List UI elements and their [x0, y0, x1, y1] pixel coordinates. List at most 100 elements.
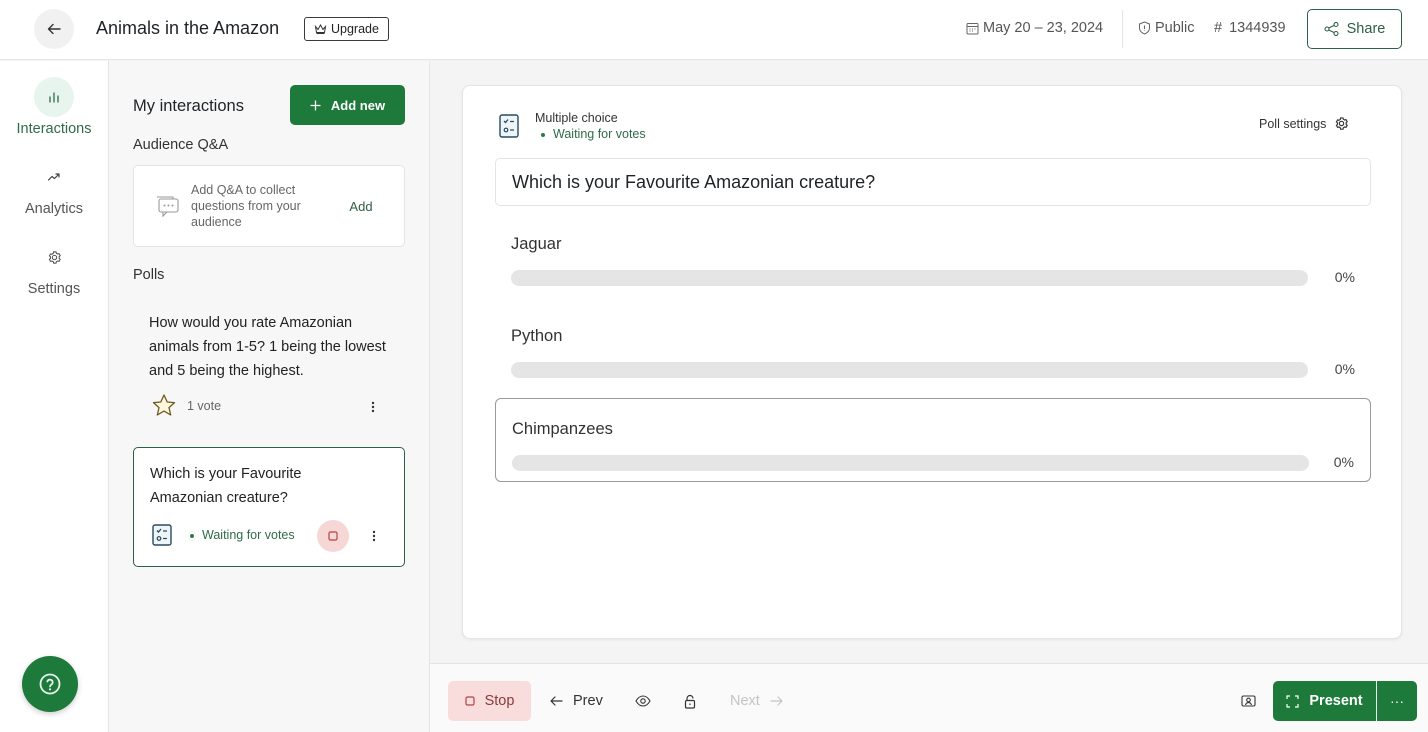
option-label: Jaguar: [511, 235, 562, 253]
help-button[interactable]: [22, 656, 78, 712]
interactions-panel: My interactions Add new Audience Q&A Add…: [109, 61, 430, 732]
present-button[interactable]: Present: [1273, 681, 1377, 721]
present-more-button[interactable]: ···: [1377, 681, 1417, 721]
poll-option-hovered[interactable]: Chimpanzees 0%: [495, 398, 1371, 482]
left-nav: Interactions Analytics Settings: [0, 61, 109, 732]
nav-label: Settings: [27, 281, 81, 297]
poll-meta: 1 vote: [151, 393, 221, 418]
qa-section-label: Audience Q&A: [133, 137, 229, 153]
poll-more-button[interactable]: [364, 526, 384, 546]
presenter-icon: [1241, 695, 1256, 707]
bar-chart-icon: [49, 92, 59, 103]
lock-toggle-button[interactable]: [670, 681, 710, 721]
option-label: Chimpanzees: [512, 420, 613, 438]
poll-card: Multiple choice Waiting for votes Poll s…: [462, 85, 1402, 639]
option-label: Python: [511, 327, 563, 345]
header-divider: [1122, 10, 1123, 48]
eye-icon: [635, 695, 651, 707]
polls-section-label: Polls: [133, 267, 165, 283]
present-label: Present: [1309, 693, 1363, 709]
poll-list-item[interactable]: How would you rate Amazonian animals fro…: [133, 301, 405, 425]
option-progress-track: [512, 455, 1309, 471]
qa-card: Add Q&A to collect questions from your a…: [133, 165, 405, 247]
stop-square-icon: [464, 696, 475, 706]
hash-icon: #: [1214, 20, 1223, 36]
qa-add-button[interactable]: Add: [334, 196, 388, 218]
next-button[interactable]: Next: [726, 681, 787, 721]
add-new-button[interactable]: Add new: [290, 85, 405, 125]
chat-bubbles-icon: [157, 196, 179, 218]
arrow-left-icon: [47, 23, 61, 35]
multiple-choice-icon: [499, 114, 519, 138]
main-area: Multiple choice Waiting for votes Poll s…: [430, 61, 1428, 663]
panel-title: My interactions: [133, 97, 244, 115]
poll-more-button[interactable]: [363, 397, 383, 417]
event-code-text: 1344939: [1229, 20, 1286, 36]
poll-settings-button[interactable]: Poll settings: [1259, 116, 1349, 131]
poll-question: How would you rate Amazonian animals fro…: [149, 315, 386, 379]
poll-question-field[interactable]: Which is your Favourite Amazonian creatu…: [495, 158, 1371, 206]
arrow-left-icon: [550, 696, 563, 706]
trending-up-icon: [47, 173, 60, 181]
calendar-icon: [966, 22, 979, 34]
next-label: Next: [730, 693, 760, 709]
event-date[interactable]: May 20 – 23, 2024: [966, 20, 1103, 36]
top-header: Animals in the Amazon Upgrade May 20 – 2…: [0, 0, 1428, 60]
present-button-group: Present ···: [1273, 681, 1417, 721]
nav-icon-wrap: [34, 77, 74, 117]
preview-button[interactable]: [623, 681, 663, 721]
arrow-right-icon: [770, 696, 783, 706]
nav-item-settings[interactable]: Settings: [0, 237, 108, 297]
event-code[interactable]: # 1344939: [1214, 20, 1286, 36]
nav-label: Analytics: [24, 201, 84, 217]
poll-option[interactable]: Python 0%: [495, 306, 1371, 390]
unlock-icon: [684, 694, 696, 709]
visibility-indicator[interactable]: Public: [1138, 20, 1195, 36]
option-progress-track: [511, 270, 1308, 286]
prev-button[interactable]: Prev: [546, 681, 607, 721]
nav-icon-wrap: [34, 157, 74, 197]
nav-label: Interactions: [16, 121, 92, 137]
nav-item-interactions[interactable]: Interactions: [0, 77, 108, 137]
poll-status: Waiting for votes: [553, 127, 646, 141]
option-percent: 0%: [1334, 269, 1355, 285]
question-circle-icon: [39, 673, 61, 695]
event-title: Animals in the Amazon: [96, 18, 280, 38]
poll-option[interactable]: Jaguar 0%: [495, 214, 1371, 298]
kebab-icon: [371, 401, 375, 413]
option-percent: 0%: [1333, 454, 1354, 470]
share-button[interactable]: Share: [1307, 9, 1402, 49]
poll-type: Multiple choice: [535, 111, 618, 125]
option-progress-track: [511, 362, 1308, 378]
status-dot: [541, 132, 545, 137]
poll-question: Which is your Favourite Amazonian creatu…: [150, 466, 302, 506]
poll-question-text: Which is your Favourite Amazonian creatu…: [512, 171, 876, 192]
stop-square-icon: [328, 531, 338, 541]
presentation-controls: Stop Prev Next Present ···: [430, 663, 1428, 732]
poll-settings-label: Poll settings: [1259, 116, 1327, 131]
plus-icon: [310, 100, 321, 110]
option-percent: 0%: [1334, 361, 1355, 377]
presenter-view-button[interactable]: [1229, 681, 1269, 721]
add-new-label: Add new: [330, 97, 386, 113]
shield-icon: [1139, 21, 1150, 35]
nav-item-analytics[interactable]: Analytics: [0, 157, 108, 217]
stop-button[interactable]: Stop: [448, 681, 531, 721]
status-dot: [190, 533, 194, 538]
visibility-text: Public: [1155, 20, 1195, 36]
crown-icon: [314, 23, 327, 34]
multiple-choice-icon: [152, 524, 172, 546]
stop-poll-button[interactable]: [317, 520, 349, 552]
upgrade-label: Upgrade: [331, 22, 379, 36]
vote-count: 1 vote: [187, 398, 222, 413]
upgrade-button[interactable]: Upgrade: [304, 17, 389, 41]
prev-label: Prev: [573, 693, 603, 709]
event-date-text: May 20 – 23, 2024: [983, 20, 1104, 36]
poll-status: Waiting for votes: [202, 528, 295, 542]
poll-list-item-selected[interactable]: Which is your Favourite Amazonian creatu…: [133, 447, 405, 567]
gear-icon: [48, 250, 61, 264]
qa-description: Add Q&A to collect questions from your a…: [191, 183, 301, 229]
back-button[interactable]: [34, 9, 74, 49]
share-label: Share: [1346, 21, 1386, 37]
kebab-icon: [372, 530, 376, 542]
